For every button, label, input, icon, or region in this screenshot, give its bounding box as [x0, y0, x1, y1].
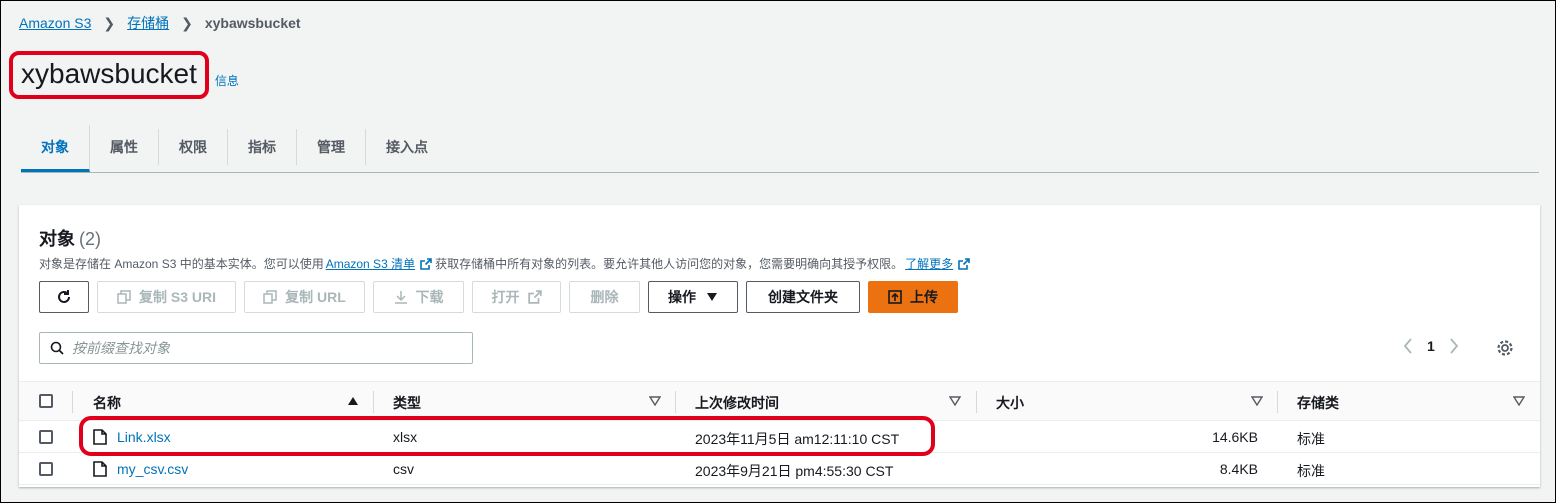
open-button[interactable]: 打开 — [472, 281, 561, 313]
copy-s3-uri-label: 复制 S3 URI — [138, 289, 216, 305]
create-folder-button[interactable]: 创建文件夹 — [746, 281, 860, 313]
column-divider — [675, 391, 676, 413]
upload-icon — [888, 290, 902, 304]
actions-label: 操作 — [668, 289, 696, 305]
select-all-checkbox[interactable] — [39, 394, 53, 408]
sort-asc-icon[interactable] — [347, 396, 359, 406]
table-row[interactable]: my_csv.csv csv 2023年9月21日 pm4:55:30 CST … — [19, 453, 1540, 485]
object-type: csv — [393, 461, 414, 477]
objects-panel: 对象 (2) 对象是存储在 Amazon S3 中的基本实体。您可以使用 Ama… — [19, 205, 1540, 487]
external-link-icon — [420, 257, 432, 270]
sort-icon[interactable] — [949, 396, 961, 406]
download-label: 下载 — [415, 289, 444, 305]
actions-button[interactable]: 操作 — [648, 281, 738, 313]
download-button[interactable]: 下载 — [373, 281, 464, 313]
chevron-right-icon[interactable] — [1449, 338, 1459, 354]
table-header: 名称 类型 上次修改时间 大小 存储类 — [19, 381, 1540, 421]
page-header: xybawsbucket 信息 — [9, 51, 239, 99]
copy-url-label: 复制 URL — [285, 289, 346, 305]
refresh-button[interactable] — [39, 281, 89, 313]
column-divider — [373, 391, 374, 413]
gear-icon[interactable] — [1496, 339, 1514, 357]
panel-header: 对象 (2) — [39, 225, 101, 251]
copy-url-button[interactable]: 复制 URL — [244, 281, 365, 313]
column-divider — [72, 391, 73, 413]
object-storage-class: 标准 — [1297, 431, 1325, 447]
create-folder-label: 创建文件夹 — [768, 289, 838, 305]
object-size: 14.6KB — [1212, 429, 1258, 445]
object-storage-class: 标准 — [1297, 463, 1325, 479]
object-count: (2) — [79, 229, 101, 249]
external-link-icon — [527, 290, 542, 304]
tab-access-points[interactable]: 接入点 — [366, 129, 448, 165]
tab-bar: 对象 属性 权限 指标 管理 接入点 — [21, 125, 1539, 173]
breadcrumb-buckets[interactable]: 存储桶 — [127, 13, 169, 33]
column-header-type[interactable]: 类型 — [393, 393, 421, 413]
search-input[interactable] — [72, 340, 452, 356]
desc-text-2: 获取存储桶中所有对象的列表。要允许其他人访问您的对象，您需要明确向其授予权限。 — [435, 257, 904, 271]
chevron-right-icon: ❯ — [181, 14, 193, 31]
panel-title: 对象 — [39, 229, 75, 249]
tab-permissions[interactable]: 权限 — [159, 129, 228, 165]
search-icon — [50, 341, 64, 355]
chevron-left-icon[interactable] — [1403, 338, 1413, 354]
object-name-link[interactable]: my_csv.csv — [117, 461, 188, 477]
caret-down-icon — [707, 293, 717, 301]
info-link[interactable]: 信息 — [215, 72, 239, 89]
object-type: xlsx — [393, 429, 418, 445]
object-size: 8.4KB — [1219, 461, 1258, 477]
title-highlight: xybawsbucket — [9, 51, 209, 99]
sort-icon[interactable] — [1251, 396, 1263, 406]
object-modified: 2023年11月5日 am12:11:10 CST — [695, 431, 900, 447]
object-name-link[interactable]: Link.xlsx — [117, 429, 171, 445]
sort-icon[interactable] — [649, 396, 661, 406]
toolbar: 复制 S3 URI 复制 URL 下载 打开 删除 操作 创建文件夹 上传 — [39, 281, 966, 313]
objects-table: 名称 类型 上次修改时间 大小 存储类 Link.xlsx xlsx 2023年… — [19, 381, 1540, 485]
breadcrumb: Amazon S3 ❯ 存储桶 ❯ xybawsbucket — [19, 13, 301, 33]
column-header-name[interactable]: 名称 — [93, 393, 121, 413]
delete-label: 删除 — [590, 289, 619, 305]
copy-s3-uri-button[interactable]: 复制 S3 URI — [97, 281, 236, 313]
delete-button[interactable]: 删除 — [569, 281, 640, 313]
open-label: 打开 — [491, 289, 520, 305]
panel-description: 对象是存储在 Amazon S3 中的基本实体。您可以使用 Amazon S3 … — [39, 255, 973, 272]
page-number[interactable]: 1 — [1427, 338, 1435, 354]
breadcrumb-current: xybawsbucket — [204, 15, 301, 31]
copy-icon — [263, 290, 277, 304]
column-divider — [1277, 391, 1278, 413]
column-header-storage[interactable]: 存储类 — [1297, 393, 1339, 413]
download-icon — [394, 291, 407, 304]
chevron-right-icon: ❯ — [103, 14, 116, 31]
file-icon — [93, 461, 107, 477]
tab-objects[interactable]: 对象 — [21, 125, 90, 172]
external-link-icon — [958, 257, 970, 270]
upload-button[interactable]: 上传 — [868, 281, 958, 313]
inventory-link[interactable]: Amazon S3 清单 — [326, 255, 415, 272]
tab-management[interactable]: 管理 — [297, 129, 366, 165]
tab-properties[interactable]: 属性 — [90, 129, 159, 165]
upload-label: 上传 — [910, 289, 938, 305]
refresh-icon — [58, 290, 70, 303]
file-icon — [93, 429, 107, 445]
sort-icon[interactable] — [1513, 396, 1525, 406]
row-checkbox[interactable] — [39, 430, 53, 444]
tab-metrics[interactable]: 指标 — [228, 129, 297, 165]
column-header-size[interactable]: 大小 — [996, 393, 1024, 413]
search-box — [39, 332, 473, 364]
breadcrumb-amazon-s3[interactable]: Amazon S3 — [19, 15, 91, 31]
page-title: xybawsbucket — [21, 58, 197, 89]
object-modified: 2023年9月21日 pm4:55:30 CST — [695, 463, 894, 479]
learn-more-link[interactable]: 了解更多 — [905, 255, 953, 272]
desc-text-1: 对象是存储在 Amazon S3 中的基本实体。您可以使用 — [39, 257, 324, 271]
copy-icon — [117, 290, 131, 304]
table-row[interactable]: Link.xlsx xlsx 2023年11月5日 am12:11:10 CST… — [19, 421, 1540, 453]
row-checkbox[interactable] — [39, 462, 53, 476]
column-divider — [976, 391, 977, 413]
column-header-modified[interactable]: 上次修改时间 — [695, 393, 779, 413]
pagination: 1 — [1403, 338, 1459, 354]
